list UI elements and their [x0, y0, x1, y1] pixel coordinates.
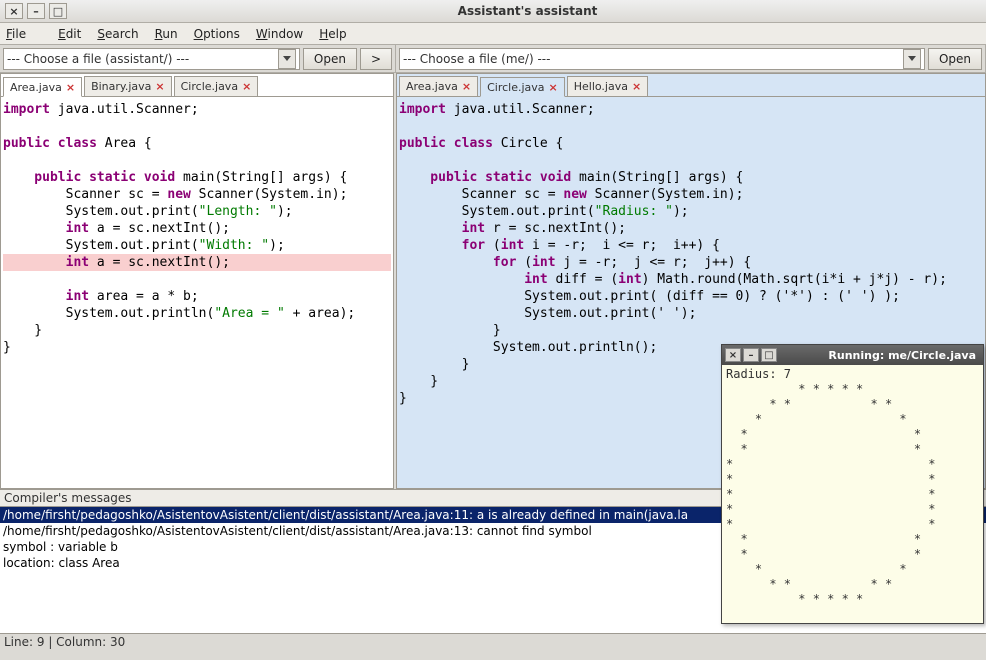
file-chooser-right-text: --- Choose a file (me/) --- [403, 52, 550, 66]
popup-maximize-button[interactable]: □ [761, 348, 777, 362]
tab-area-java-right[interactable]: Area.java× [399, 76, 478, 96]
close-icon[interactable]: × [549, 81, 558, 94]
popup-titlebar[interactable]: × – □ Running: me/Circle.java [722, 345, 983, 365]
window-minimize-button[interactable]: – [27, 3, 45, 19]
tabstrip-right: Area.java× Circle.java× Hello.java× [397, 74, 985, 96]
window-close-button[interactable]: × [5, 3, 23, 19]
code-editor-left[interactable]: import java.util.Scanner; public class A… [1, 96, 393, 488]
editor-pane-left: Area.java× Binary.java× Circle.java× imp… [0, 73, 394, 489]
menu-file[interactable]: File [6, 27, 42, 41]
menu-help[interactable]: Help [319, 27, 346, 41]
file-chooser-right[interactable]: --- Choose a file (me/) --- [399, 48, 925, 70]
popup-minimize-button[interactable]: – [743, 348, 759, 362]
window-title: Assistant's assistant [69, 4, 986, 18]
tab-hello-java-right[interactable]: Hello.java× [567, 76, 648, 96]
menu-run[interactable]: Run [155, 27, 178, 41]
tab-binary-java-left[interactable]: Binary.java× [84, 76, 172, 96]
popup-output: Radius: 7 * * * * * * * * * * * * * * * … [722, 365, 983, 623]
highlighted-error-line: int a = sc.nextInt(); [3, 254, 391, 271]
tab-circle-java-left[interactable]: Circle.java× [174, 76, 259, 96]
main-titlebar: × – □ Assistant's assistant [0, 0, 986, 23]
close-icon[interactable]: × [242, 80, 251, 93]
menubar: File Edit Search Run Options Window Help [0, 23, 986, 45]
close-icon[interactable]: × [462, 80, 471, 93]
toolbar-left: --- Choose a file (assistant/) --- Open … [0, 45, 396, 73]
file-chooser-left[interactable]: --- Choose a file (assistant/) --- [3, 48, 300, 70]
popup-close-button[interactable]: × [725, 348, 741, 362]
statusbar: Line: 9 | Column: 30 [0, 634, 986, 652]
close-icon[interactable]: × [632, 80, 641, 93]
running-output-window[interactable]: × – □ Running: me/Circle.java Radius: 7 … [721, 344, 984, 624]
close-icon[interactable]: × [66, 81, 75, 94]
tab-circle-java-right[interactable]: Circle.java× [480, 77, 565, 97]
popup-title: Running: me/Circle.java [779, 349, 980, 362]
menu-options[interactable]: Options [194, 27, 240, 41]
window-maximize-button[interactable]: □ [49, 3, 67, 19]
file-chooser-left-text: --- Choose a file (assistant/) --- [7, 52, 189, 66]
open-button-left[interactable]: Open [303, 48, 357, 70]
toolbar-right: --- Choose a file (me/) --- Open [396, 45, 986, 73]
close-icon[interactable]: × [155, 80, 164, 93]
menu-window[interactable]: Window [256, 27, 303, 41]
forward-button[interactable]: > [360, 48, 392, 70]
tab-area-java-left[interactable]: Area.java× [3, 77, 82, 97]
menu-edit[interactable]: Edit [58, 27, 81, 41]
menu-search[interactable]: Search [97, 27, 138, 41]
tabstrip-left: Area.java× Binary.java× Circle.java× [1, 74, 393, 96]
dropdown-arrow-icon[interactable] [903, 49, 921, 69]
dropdown-arrow-icon[interactable] [278, 49, 296, 69]
open-button-right[interactable]: Open [928, 48, 982, 70]
toolbar-row: --- Choose a file (assistant/) --- Open … [0, 45, 986, 73]
